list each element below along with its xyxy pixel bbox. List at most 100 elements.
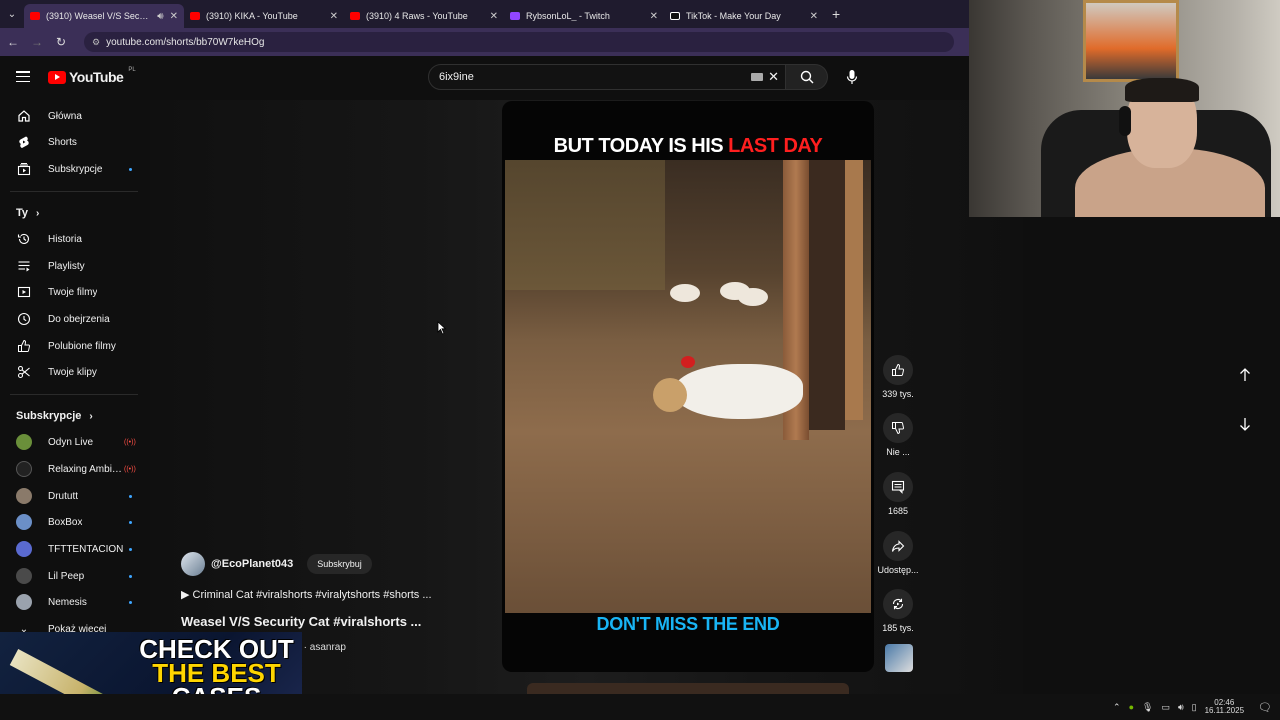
channel-avatar[interactable] bbox=[181, 552, 205, 576]
microphone-icon bbox=[846, 70, 858, 84]
sidebar-channel[interactable]: Drututt bbox=[0, 484, 150, 508]
sidebar-channel[interactable]: Lil Peep bbox=[0, 564, 150, 588]
browser-toolbar: ← → ↻ ⚙ youtube.com/shorts/bb70W7keHOg bbox=[0, 28, 970, 56]
new-content-dot bbox=[129, 574, 132, 578]
youtube-logo[interactable]: YouTube PL bbox=[48, 67, 136, 85]
sound-thumbnail[interactable] bbox=[885, 644, 913, 672]
sidebar-item-subscriptions[interactable]: Subskrypcje bbox=[0, 157, 150, 181]
dislike-label: Nie ... bbox=[886, 447, 910, 457]
battery-icon[interactable]: ▯ bbox=[1192, 702, 1197, 713]
video-caption-bottom: DON'T MISS THE END bbox=[596, 614, 780, 634]
voice-search-button[interactable] bbox=[842, 66, 862, 88]
tab-title: TikTok - Make Your Day bbox=[686, 11, 781, 21]
notifications-icon[interactable]: 🗨︎ bbox=[1258, 701, 1272, 714]
wall-poster bbox=[1083, 0, 1179, 82]
video-title[interactable]: Weasel V/S Security Cat #viralshorts ... bbox=[181, 614, 481, 629]
sidebar-subscriptions-heading[interactable]: Subskrypcje › bbox=[16, 410, 93, 422]
clock-date: 16.11.2025 bbox=[1204, 706, 1245, 715]
youtube-favicon-icon bbox=[190, 12, 200, 20]
browser-tab[interactable]: (3910) KIKA - YouTube ✕ bbox=[184, 4, 344, 28]
next-short-preview[interactable] bbox=[527, 683, 849, 694]
clock[interactable]: 02:46 16.11.2025 bbox=[1204, 698, 1245, 716]
close-tab-icon[interactable]: ✕ bbox=[170, 11, 178, 22]
browser-tab[interactable]: RybsonLoL_ - Twitch ✕ bbox=[504, 4, 664, 28]
tab-search-icon[interactable]: ⌄ bbox=[0, 0, 24, 28]
microphone-tray-icon[interactable]: 🎙︎ bbox=[1142, 702, 1153, 713]
menu-icon[interactable] bbox=[16, 71, 30, 82]
share-label: Udostęp... bbox=[877, 565, 919, 575]
volume-icon[interactable]: 🔊︎ bbox=[1178, 702, 1184, 713]
close-tab-icon[interactable]: ✕ bbox=[810, 11, 818, 22]
next-short-button[interactable] bbox=[1236, 415, 1254, 433]
you-heading-text: Ty bbox=[16, 207, 29, 219]
sidebar-item-label: Historia bbox=[48, 233, 82, 245]
subscribe-button[interactable]: Subskrybuj bbox=[307, 554, 372, 574]
channel-avatar bbox=[16, 594, 32, 610]
chicks bbox=[670, 278, 770, 306]
comments-button[interactable]: 1685 bbox=[874, 472, 922, 516]
subscriptions-icon bbox=[16, 161, 32, 177]
video-metadata: @EcoPlanet043 Subskrybuj ▶ Criminal Cat … bbox=[181, 552, 481, 653]
channel-avatar bbox=[16, 488, 32, 504]
sidebar-item-label: Twoje filmy bbox=[48, 286, 98, 298]
reload-icon[interactable]: ↻ bbox=[54, 35, 68, 49]
back-icon[interactable]: ← bbox=[6, 35, 20, 49]
sidebar-item-home[interactable]: Główna bbox=[0, 104, 150, 128]
new-tab-icon[interactable]: + bbox=[824, 6, 840, 22]
webcam-overlay bbox=[969, 0, 1280, 217]
like-button[interactable]: 339 tys. bbox=[874, 355, 922, 399]
sidebar-item-playlists[interactable]: Playlisty bbox=[0, 254, 150, 278]
dislike-button[interactable]: Nie ... bbox=[874, 413, 922, 457]
sidebar-channel[interactable]: Nemesis bbox=[0, 590, 150, 614]
address-bar[interactable]: ⚙ youtube.com/shorts/bb70W7keHOg bbox=[84, 32, 954, 52]
close-tab-icon[interactable]: ✕ bbox=[650, 11, 658, 22]
sidebar-item-your-videos[interactable]: Twoje filmy bbox=[0, 280, 150, 304]
tray-expand-icon[interactable]: ⌃ bbox=[1113, 702, 1121, 713]
shorts-video-player[interactable]: BUT TODAY IS HIS LAST DAY DON'T MISS THE… bbox=[502, 101, 874, 672]
channel-name: Drututt bbox=[48, 490, 79, 502]
sidebar-channel[interactable]: TFTTENTACION bbox=[0, 537, 150, 561]
channel-name: BoxBox bbox=[48, 516, 83, 528]
chevron-right-icon: › bbox=[89, 410, 93, 422]
browser-tab[interactable]: (3910) Weasel V/S Security 🔊︎ ✕ bbox=[24, 4, 184, 28]
sidebar: Główna Shorts Subskrypcje Ty › Historia … bbox=[0, 100, 150, 720]
watch-later-icon bbox=[16, 311, 32, 327]
search-input[interactable]: 6ix9ine ✕ bbox=[428, 64, 786, 90]
remix-button[interactable]: 185 tys. bbox=[874, 589, 922, 633]
channel-avatar bbox=[16, 514, 32, 530]
search-button[interactable] bbox=[786, 64, 828, 90]
network-icon[interactable]: ▭ bbox=[1161, 702, 1170, 713]
sidebar-you-heading[interactable]: Ty › bbox=[16, 207, 39, 219]
new-content-dot bbox=[129, 167, 132, 171]
nvidia-icon[interactable]: ● bbox=[1129, 702, 1134, 712]
channel-avatar bbox=[16, 541, 32, 557]
sidebar-item-shorts[interactable]: Shorts bbox=[0, 130, 150, 154]
sidebar-item-liked[interactable]: Polubione filmy bbox=[0, 334, 150, 358]
sidebar-item-clips[interactable]: Twoje klipy bbox=[0, 360, 150, 384]
channel-name: Odyn Live bbox=[48, 436, 94, 448]
sidebar-channel[interactable]: Relaxing Ambien... ((•)) bbox=[0, 457, 150, 481]
sidebar-channel[interactable]: BoxBox bbox=[0, 510, 150, 534]
forward-icon[interactable]: → bbox=[30, 35, 44, 49]
browser-tab[interactable]: TikTok - Make Your Day ✕ bbox=[664, 4, 824, 28]
browser-tab[interactable]: (3910) 4 Raws - YouTube ✕ bbox=[344, 4, 504, 28]
previous-short-button[interactable] bbox=[1236, 366, 1254, 384]
channel-avatar bbox=[16, 461, 32, 477]
share-button[interactable]: Udostęp... bbox=[874, 531, 922, 575]
sidebar-item-label: Główna bbox=[48, 110, 82, 122]
close-tab-icon[interactable]: ✕ bbox=[490, 11, 498, 22]
sidebar-item-history[interactable]: Historia bbox=[0, 227, 150, 251]
video-description[interactable]: ▶ Criminal Cat #viralshorts #viralytshor… bbox=[181, 588, 481, 601]
tab-title: (3910) 4 Raws - YouTube bbox=[366, 11, 468, 21]
site-info-icon[interactable]: ⚙ bbox=[92, 37, 100, 48]
sidebar-item-watch-later[interactable]: Do obejrzenia bbox=[0, 307, 150, 331]
clear-search-icon[interactable]: ✕ bbox=[768, 69, 779, 85]
system-tray: ⌃ ● 🎙︎ ▭ 🔊︎ ▯ 02:46 16.11.2025 🗨︎ bbox=[1113, 694, 1272, 720]
keyboard-icon[interactable] bbox=[751, 73, 763, 81]
mute-tab-icon[interactable]: 🔊︎ bbox=[157, 11, 163, 22]
channel-name[interactable]: @EcoPlanet043 bbox=[211, 558, 293, 570]
live-indicator-icon: ((•)) bbox=[124, 438, 136, 446]
sidebar-channel[interactable]: Odyn Live ((•)) bbox=[0, 430, 150, 454]
close-tab-icon[interactable]: ✕ bbox=[330, 11, 338, 22]
country-code: PL bbox=[128, 67, 136, 73]
